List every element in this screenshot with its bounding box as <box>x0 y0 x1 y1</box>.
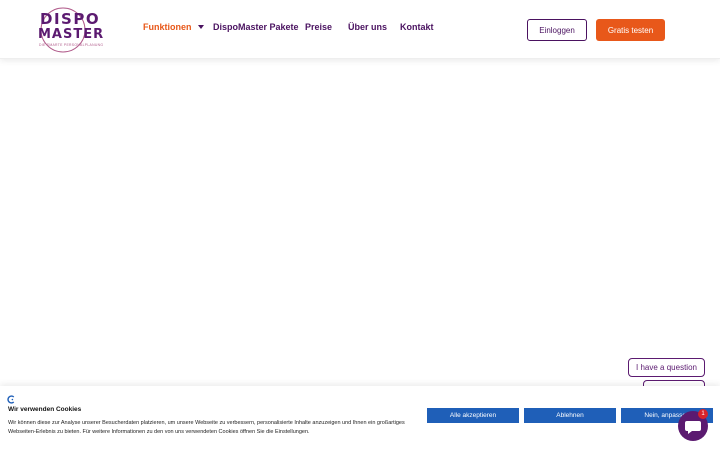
decline-cookies-button[interactable]: Ablehnen <box>524 408 616 423</box>
chat-unread-badge: 1 <box>698 409 708 419</box>
chat-suggestion-question[interactable]: I have a question <box>628 358 705 377</box>
cookie-description: Wir können diese zur Analyse unserer Bes… <box>8 420 405 435</box>
accept-all-cookies-button[interactable]: Alle akzeptieren <box>427 408 519 423</box>
cookie-banner: Wir verwenden Cookies Wir können diese z… <box>0 386 720 450</box>
logo-tagline: DIE SMARTE PERSONALPLANUNG <box>39 43 104 47</box>
chevron-down-icon <box>197 24 204 29</box>
logo-text-master: MASTER <box>38 27 105 42</box>
nav-item-kontakt[interactable]: Kontakt <box>400 22 434 32</box>
nav-item-funktionen[interactable]: Funktionen <box>143 22 204 32</box>
login-button[interactable]: Einloggen <box>527 19 587 41</box>
logo-text-dispo: DISPO <box>40 10 101 28</box>
dispomaster-logo[interactable]: DISPO MASTER DIE SMARTE PERSONALPLANUNG <box>36 6 103 54</box>
site-header: DISPO MASTER DIE SMARTE PERSONALPLANUNG … <box>0 0 720 59</box>
nav-item-label: Funktionen <box>143 22 192 32</box>
free-trial-button[interactable]: Gratis testen <box>596 19 665 41</box>
cookiebot-icon <box>7 395 15 404</box>
nav-item-preise[interactable]: Preise <box>305 22 332 32</box>
nav-item-ueber-uns[interactable]: Über uns <box>348 22 387 32</box>
nav-item-pakete[interactable]: DispoMaster Pakete <box>213 22 299 32</box>
cookie-title: Wir verwenden Cookies <box>8 406 82 413</box>
